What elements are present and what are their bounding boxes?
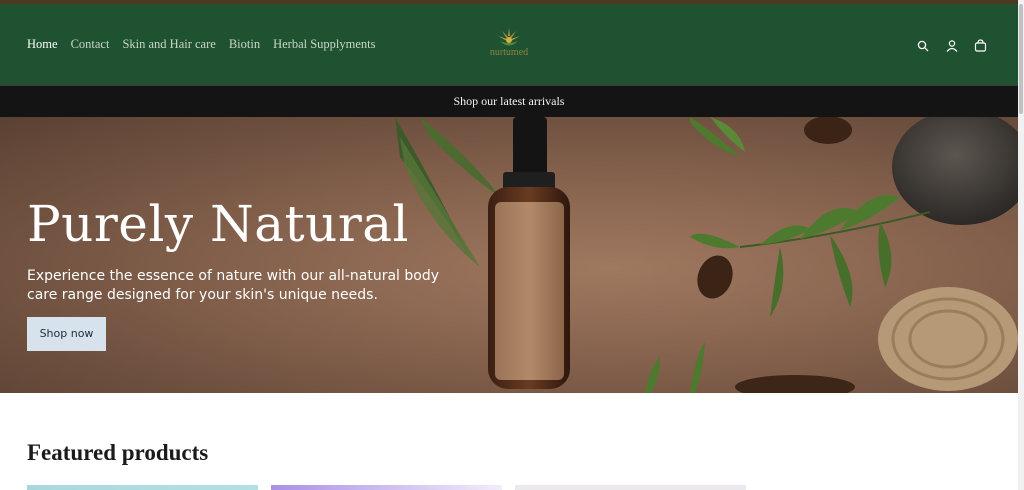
announcement-bar[interactable]: Shop our latest arrivals [0,85,1018,117]
hero-title: Purely Natural [27,195,410,253]
site-logo[interactable]: nurtumed [478,24,540,64]
scrollbar-thumb[interactable] [1019,4,1023,114]
featured-products-title: Featured products [27,440,209,465]
product-card[interactable] [27,485,258,490]
product-grid [27,485,746,490]
shop-now-button[interactable]: Shop now [27,317,106,351]
announcement-text: Shop our latest arrivals [453,94,565,108]
header-actions [915,38,988,53]
account-icon[interactable] [944,38,959,53]
nav-item-skin-and-hair-care[interactable]: Skin and Hair care [122,37,215,52]
search-icon[interactable] [915,38,930,53]
hero-image [395,117,1018,393]
hero-banner: Purely Natural Experience the essence of… [0,117,1018,393]
page-scrollbar[interactable] [1018,0,1024,490]
nav-item-herbal-supplyments[interactable]: Herbal Supplyments [273,37,375,52]
product-card[interactable] [515,485,746,490]
nav-item-home[interactable]: Home [27,37,58,52]
nav-item-contact[interactable]: Contact [71,37,110,52]
hero-description: Experience the essence of nature with ou… [27,268,439,303]
nav-item-biotin[interactable]: Biotin [229,37,260,52]
logo-text: nurtumed [489,47,529,58]
cart-icon[interactable] [973,38,988,53]
main-nav: Home Contact Skin and Hair care Biotin H… [27,37,376,52]
product-card[interactable] [271,485,502,490]
logo-emblem-icon [498,28,520,46]
site-header: Home Contact Skin and Hair care Biotin H… [0,4,1018,85]
